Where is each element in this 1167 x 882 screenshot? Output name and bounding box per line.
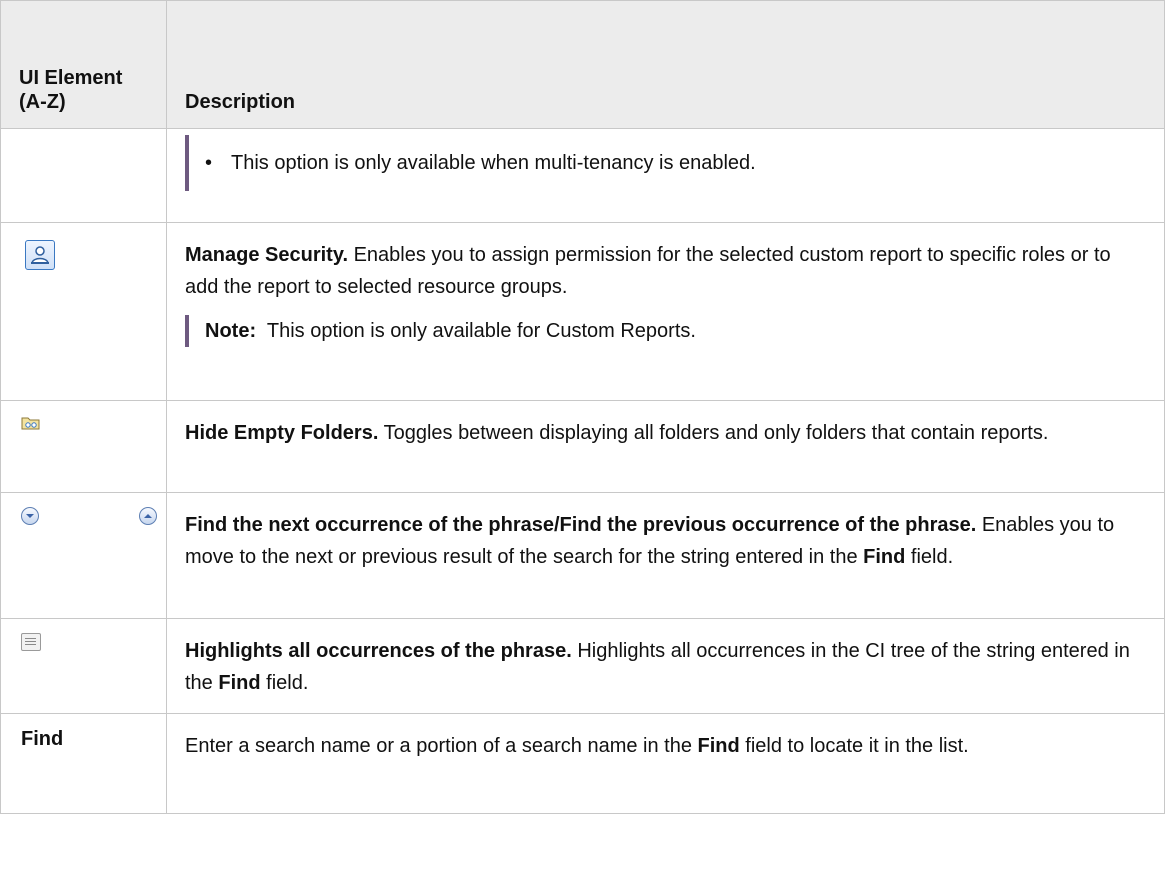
- element-title: Find the next occurrence of the phrase/F…: [185, 514, 977, 536]
- description-cell: Hide Empty Folders. Toggles between disp…: [166, 400, 1165, 493]
- hide-empty-folders-icon[interactable]: [21, 415, 41, 431]
- element-title: Hide Empty Folders.: [185, 422, 379, 444]
- table-row: • This option is only available when mult…: [0, 128, 1165, 223]
- description-cell: Highlights all occurrences of the phrase…: [166, 618, 1165, 714]
- header-ui-element: UI Element (A-Z): [0, 0, 167, 129]
- table-row: Manage Security. Enables you to assign p…: [0, 222, 1165, 401]
- highlight-all-icon[interactable]: [21, 633, 41, 651]
- table-header-row: UI Element (A-Z) Description: [0, 0, 1165, 129]
- ui-element-cell: [0, 128, 167, 223]
- ui-element-cell: [0, 618, 167, 714]
- note-text: This option is only available when multi…: [231, 152, 756, 174]
- note-block: • This option is only available when mult…: [185, 135, 1146, 191]
- description-cell: Enter a search name or a portion of a se…: [166, 713, 1165, 814]
- note-block: Note: This option is only available for …: [185, 315, 1146, 347]
- element-title: Manage Security.: [185, 244, 349, 266]
- bullet: •: [205, 152, 213, 174]
- ui-element-cell: [0, 400, 167, 493]
- note-label: Note:: [205, 320, 257, 342]
- description-cell: • This option is only available when mult…: [166, 128, 1165, 223]
- table-row: Highlights all occurrences of the phrase…: [0, 618, 1165, 714]
- description-text: Manage Security. Enables you to assign p…: [185, 244, 1111, 298]
- table-row: Find the next occurrence of the phrase/F…: [0, 492, 1165, 619]
- find-next-icon[interactable]: [21, 507, 39, 525]
- description-cell: Manage Security. Enables you to assign p…: [166, 222, 1165, 401]
- find-previous-icon[interactable]: [139, 507, 158, 525]
- ui-element-cell: [0, 492, 167, 619]
- description-cell: Find the next occurrence of the phrase/F…: [166, 492, 1165, 619]
- table-row: Hide Empty Folders. Toggles between disp…: [0, 400, 1165, 493]
- table-row: Find Enter a search name or a portion of…: [0, 713, 1165, 814]
- manage-security-icon[interactable]: [25, 240, 55, 270]
- note-text: This option is only available for Custom…: [256, 320, 696, 342]
- ui-element-find-label: Find: [0, 713, 167, 814]
- ui-element-cell: [0, 222, 167, 401]
- element-title: Highlights all occurrences of the phrase…: [185, 640, 572, 662]
- ui-elements-table: UI Element (A-Z) Description • This optio…: [0, 0, 1165, 814]
- header-description: Description: [166, 0, 1165, 129]
